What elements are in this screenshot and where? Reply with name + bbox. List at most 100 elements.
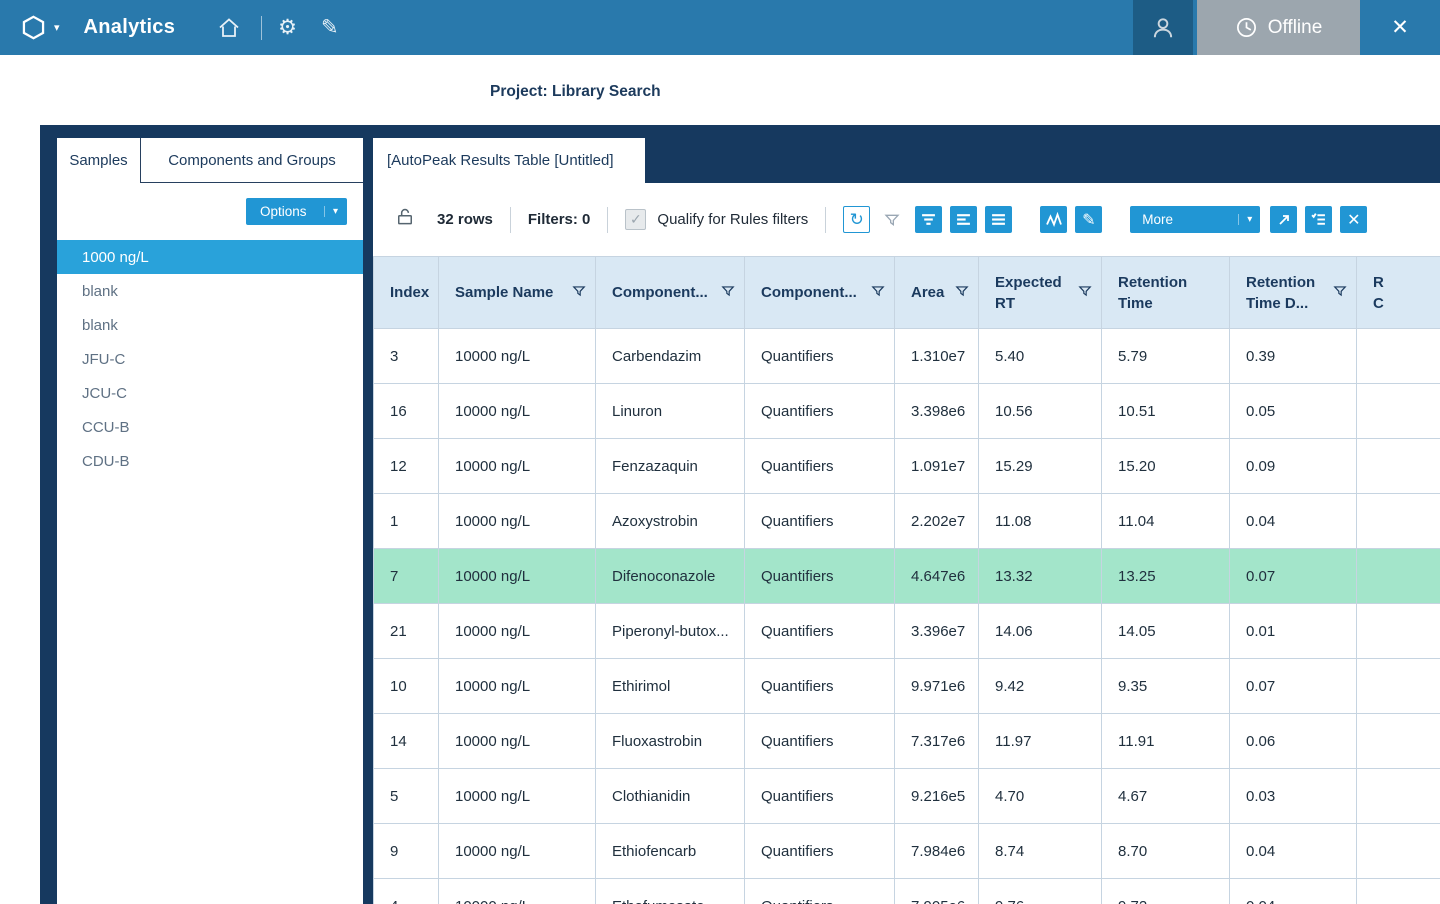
- annotate-button[interactable]: ✎: [1075, 206, 1102, 233]
- cell-component-name: Ethofumesate: [596, 879, 745, 904]
- cell-area: 4.647e6: [895, 549, 979, 604]
- table-row[interactable]: 4 10000 ng/L Ethofumesate Quantifiers 7.…: [374, 879, 1440, 904]
- sample-list-item[interactable]: JFU-C: [57, 342, 363, 376]
- filter-icon[interactable]: [1333, 284, 1347, 302]
- cell-component-name: Clothianidin: [596, 769, 745, 824]
- results-table: Index: [373, 256, 1440, 904]
- column-header-label: Retention Time: [1118, 272, 1203, 314]
- list-view-button[interactable]: [985, 206, 1012, 233]
- table-row[interactable]: 10 10000 ng/L Ethirimol Quantifiers 9.97…: [374, 659, 1440, 714]
- cell-sample-name: 10000 ng/L: [439, 384, 596, 439]
- row-count-label: 32 rows: [437, 211, 493, 228]
- sample-label: blank: [82, 283, 118, 300]
- sample-list-item[interactable]: 1000 ng/L: [57, 240, 363, 274]
- filter-icon[interactable]: [721, 284, 735, 302]
- table-row[interactable]: 9 10000 ng/L Ethiofencarb Quantifiers 7.…: [374, 824, 1440, 879]
- cell-rt-delta: 0.04: [1230, 494, 1357, 549]
- tab-components-and-groups[interactable]: Components and Groups: [141, 138, 363, 183]
- cell-rt-confidence: [1357, 329, 1440, 384]
- cell-component-name: Piperonyl-butox...: [596, 604, 745, 659]
- table-row[interactable]: 7 10000 ng/L Difenoconazole Quantifiers …: [374, 549, 1440, 604]
- group-rows-button[interactable]: [950, 206, 977, 233]
- user-button[interactable]: [1133, 0, 1193, 55]
- chevron-down-icon: ▾: [1238, 214, 1252, 225]
- column-header[interactable]: Component...: [596, 257, 745, 329]
- topbar-right: Offline ✕: [1133, 0, 1440, 55]
- results-panel: [AutoPeak Results Table [Untitled] 32 ro…: [373, 138, 1440, 904]
- qualify-rules-label: Qualify for Rules filters: [657, 211, 808, 228]
- cell-rt-confidence: [1357, 659, 1440, 714]
- app-logo[interactable]: ▾: [20, 14, 60, 41]
- toolbar-divider: [261, 16, 262, 40]
- column-header-label: Area: [911, 282, 952, 303]
- column-header[interactable]: Area: [895, 257, 979, 329]
- column-header[interactable]: Component...: [745, 257, 895, 329]
- close-app-button[interactable]: ✕: [1360, 0, 1440, 55]
- filter-icon[interactable]: [572, 284, 586, 302]
- show-peaks-button[interactable]: [1040, 206, 1067, 233]
- center-lines-icon: [956, 212, 971, 227]
- cell-component-type: Quantifiers: [745, 604, 895, 659]
- sample-list-item[interactable]: blank: [57, 274, 363, 308]
- cell-area: 7.317e6: [895, 714, 979, 769]
- sample-list-item[interactable]: blank: [57, 308, 363, 342]
- filter-icon[interactable]: [955, 284, 969, 302]
- column-header[interactable]: Retention Time D...: [1230, 257, 1357, 329]
- expand-table-button[interactable]: [1270, 206, 1297, 233]
- cell-component-type: Quantifiers: [745, 384, 895, 439]
- column-header[interactable]: Sample Name: [439, 257, 596, 329]
- chevron-down-icon: ▾: [324, 206, 338, 217]
- cell-component-type: Quantifiers: [745, 329, 895, 384]
- sample-list-item[interactable]: CCU-B: [57, 410, 363, 444]
- qualify-checkbox[interactable]: ✓: [625, 209, 646, 230]
- cell-expected-rt: 5.40: [979, 329, 1102, 384]
- column-header[interactable]: R C: [1357, 257, 1440, 329]
- gear-icon[interactable]: ⚙: [278, 17, 297, 38]
- column-header-label: Sample Name: [455, 282, 569, 303]
- table-row[interactable]: 21 10000 ng/L Piperonyl-butox... Quantif…: [374, 604, 1440, 659]
- filter-rows-button[interactable]: [915, 206, 942, 233]
- sample-list-item[interactable]: JCU-C: [57, 376, 363, 410]
- column-header[interactable]: Index: [374, 257, 439, 329]
- table-row[interactable]: 12 10000 ng/L Fenzazaquin Quantifiers 1.…: [374, 439, 1440, 494]
- table-row[interactable]: 1 10000 ng/L Azoxystrobin Quantifiers 2.…: [374, 494, 1440, 549]
- cell-area: 7.905e6: [895, 879, 979, 904]
- home-icon[interactable]: [217, 16, 241, 40]
- cell-expected-rt: 14.06: [979, 604, 1102, 659]
- cell-area: 7.984e6: [895, 824, 979, 879]
- cell-area: 1.310e7: [895, 329, 979, 384]
- table-row[interactable]: 5 10000 ng/L Clothianidin Quantifiers 9.…: [374, 769, 1440, 824]
- column-header[interactable]: Retention Time: [1102, 257, 1230, 329]
- more-dropdown-button[interactable]: More ▾: [1130, 206, 1260, 233]
- sample-list-item[interactable]: CDU-B: [57, 444, 363, 478]
- filter-icon[interactable]: [871, 284, 885, 302]
- sample-label: blank: [82, 317, 118, 334]
- filter-icon[interactable]: [1078, 284, 1092, 302]
- table-row[interactable]: 14 10000 ng/L Fluoxastrobin Quantifiers …: [374, 714, 1440, 769]
- cell-sample-name: 10000 ng/L: [439, 824, 596, 879]
- cell-index: 1: [374, 494, 439, 549]
- edit-chart-icon[interactable]: ✎: [321, 17, 339, 38]
- cell-index: 4: [374, 879, 439, 904]
- table-row[interactable]: 3 10000 ng/L Carbendazim Quantifiers 1.3…: [374, 329, 1440, 384]
- results-table-tab[interactable]: [AutoPeak Results Table [Untitled]: [373, 138, 645, 183]
- cell-index: 3: [374, 329, 439, 384]
- table-row[interactable]: 16 10000 ng/L Linuron Quantifiers 3.398e…: [374, 384, 1440, 439]
- lock-icon[interactable]: [395, 206, 415, 233]
- close-table-button[interactable]: ✕: [1340, 206, 1367, 233]
- cell-component-name: Fluoxastrobin: [596, 714, 745, 769]
- column-header[interactable]: Expected RT: [979, 257, 1102, 329]
- options-button[interactable]: Options ▾: [246, 198, 347, 225]
- tab-samples[interactable]: Samples: [57, 138, 141, 183]
- cell-rt-confidence: [1357, 769, 1440, 824]
- cell-expected-rt: 8.74: [979, 824, 1102, 879]
- chevron-down-icon[interactable]: ▾: [54, 21, 60, 34]
- refresh-button[interactable]: ↻: [843, 206, 870, 233]
- toolbar-separator: [607, 207, 608, 233]
- checklist-icon: [1311, 212, 1326, 227]
- cell-area: 2.202e7: [895, 494, 979, 549]
- cell-sample-name: 10000 ng/L: [439, 329, 596, 384]
- workspace: Samples Components and Groups Options ▾ …: [40, 125, 1440, 904]
- checklist-button[interactable]: [1305, 206, 1332, 233]
- cell-rt-delta: 0.07: [1230, 659, 1357, 714]
